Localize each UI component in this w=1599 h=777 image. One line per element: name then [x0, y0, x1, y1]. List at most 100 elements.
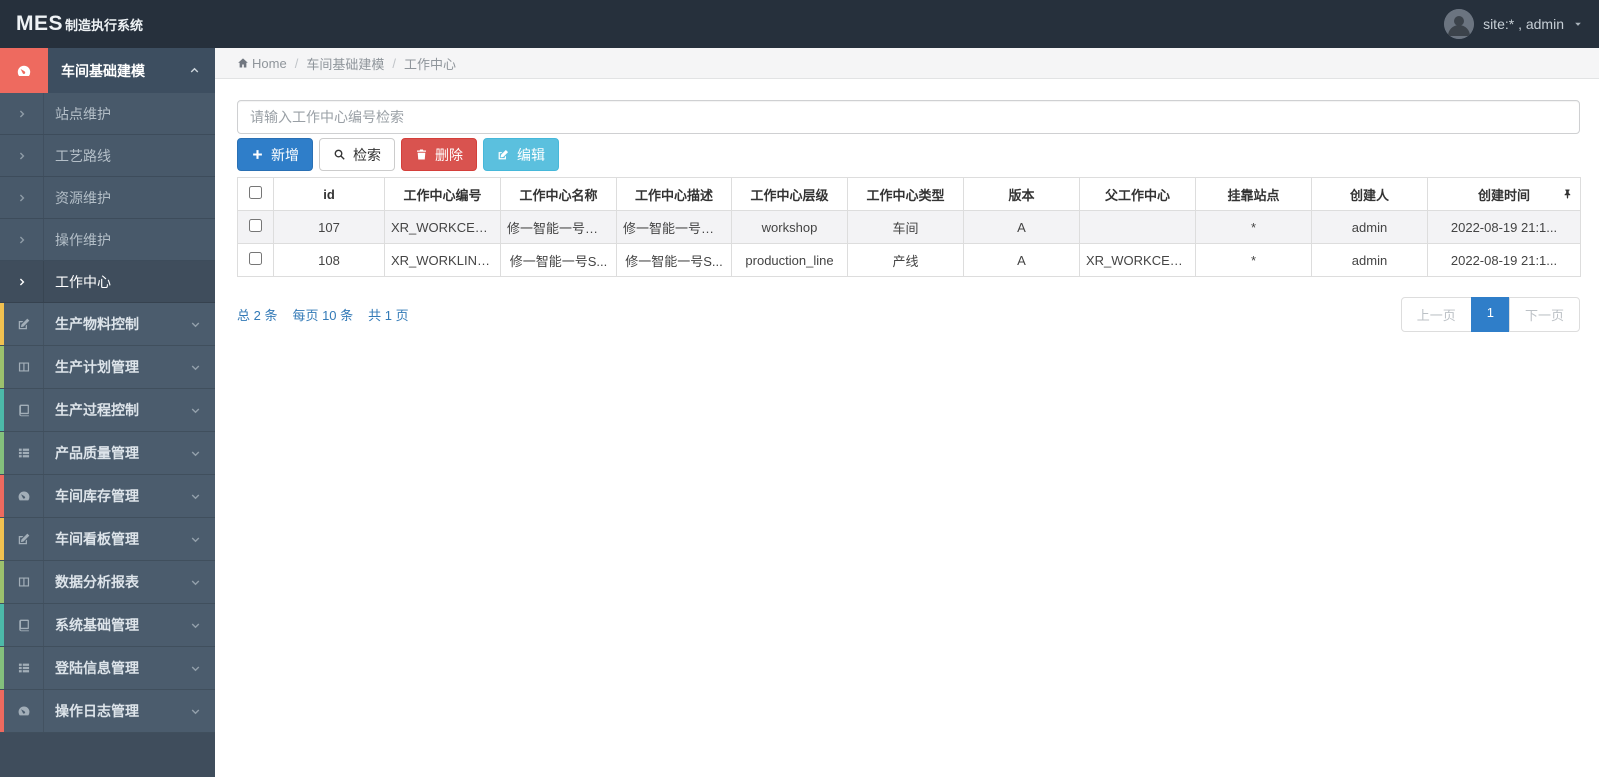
brand-mes: MES [16, 12, 64, 35]
user-menu[interactable]: site:* , admin [1444, 9, 1583, 39]
column-header-label: 创建人 [1349, 187, 1389, 203]
next-page-button[interactable]: 下一页 [1508, 297, 1580, 332]
add-button[interactable]: 新增 [237, 138, 313, 171]
sidebar-section[interactable]: 生产过程控制 [0, 389, 215, 432]
sidebar-subitem[interactable]: 工艺路线 [0, 135, 215, 177]
column-header[interactable]: 创建时间 [1427, 177, 1581, 211]
sidebar-section-label: 数据分析报表 [55, 574, 139, 590]
delete-button-label: 删除 [435, 146, 463, 163]
brand-subtitle: 制造执行系统 [65, 18, 144, 33]
search-button[interactable]: 检索 [319, 138, 395, 171]
column-header[interactable]: 工作中心编号 [384, 177, 501, 211]
delete-button[interactable]: 删除 [401, 138, 477, 171]
home-icon [237, 57, 249, 69]
chevron-down-icon [175, 346, 215, 388]
sidebar-subitem[interactable]: 操作维护 [0, 219, 215, 261]
table-cell: 108 [273, 243, 385, 277]
edit-button-label: 编辑 [517, 146, 545, 163]
column-header[interactable]: 挂靠站点 [1195, 177, 1312, 211]
chevron-down-icon [175, 303, 215, 345]
th-list-icon [4, 647, 44, 689]
column-header[interactable]: 创建人 [1311, 177, 1428, 211]
table-footer: 总 2 条 每页 10 条 共 1 页 上一页 1 下一页 [237, 297, 1580, 332]
sidebar-subitem[interactable]: 资源维护 [0, 177, 215, 219]
page-1-button[interactable]: 1 [1470, 297, 1510, 332]
breadcrumb-home-label: Home [252, 55, 287, 71]
column-header[interactable]: 工作中心名称 [500, 177, 617, 211]
sidebar-subitem-label: 工艺路线 [55, 147, 111, 164]
sidebar-section[interactable]: 数据分析报表 [0, 561, 215, 604]
chevron-down-icon [175, 604, 215, 646]
column-header[interactable]: 版本 [963, 177, 1080, 211]
pencil-square-icon [497, 148, 510, 161]
plus-icon [251, 148, 264, 161]
table-cell [1079, 210, 1196, 244]
row-checkbox[interactable] [249, 219, 262, 232]
table-cell: production_line [731, 243, 848, 277]
sidebar-submenu: 站点维护 工艺路线 资源维护 操作维护 工作中心 [0, 93, 215, 303]
sidebar-section[interactable]: 生产物料控制 [0, 303, 215, 346]
select-all-checkbox[interactable] [249, 186, 262, 199]
chevron-right-icon [0, 261, 44, 302]
table-cell: 车间 [847, 210, 964, 244]
table-cell: 2022-08-19 21:1... [1427, 243, 1581, 277]
column-header[interactable]: id [273, 177, 385, 211]
row-checkbox[interactable] [249, 252, 262, 265]
dashboard-icon [0, 48, 48, 93]
pin-icon[interactable] [1562, 189, 1573, 200]
breadcrumb-current: 工作中心 [403, 56, 456, 72]
sidebar-section-label: 车间基础建模 [61, 62, 145, 79]
sidebar-subitem[interactable]: 工作中心 [0, 261, 215, 303]
sidebar-section[interactable]: 生产计划管理 [0, 346, 215, 389]
table-cell: A [963, 210, 1080, 244]
search-button-label: 检索 [353, 146, 381, 163]
sidebar-section-label: 系统基础管理 [55, 617, 139, 633]
edit-icon [4, 518, 44, 560]
table-row[interactable]: 107 XR_WORKCEN... 修一智能一号车间 修一智能一号车间 workshop… [237, 210, 1581, 244]
dashboard-icon [4, 690, 44, 732]
column-header-label: 版本 [1008, 187, 1035, 203]
sidebar-section-expanded[interactable]: 车间基础建模 [0, 48, 215, 93]
sidebar-subitem-label: 资源维护 [55, 189, 111, 206]
chevron-right-icon [0, 177, 44, 218]
column-header[interactable]: 工作中心描述 [616, 177, 732, 211]
sidebar-section-label: 生产计划管理 [55, 359, 139, 375]
edit-icon [4, 303, 44, 345]
app-brand[interactable]: MES 制造执行系统 [16, 12, 143, 36]
sidebar-subitem-label: 站点维护 [55, 105, 111, 122]
edit-button[interactable]: 编辑 [483, 138, 559, 171]
sidebar-section[interactable]: 车间看板管理 [0, 518, 215, 561]
columns-icon [4, 346, 44, 388]
sidebar-section[interactable]: 车间库存管理 [0, 475, 215, 518]
search-input[interactable] [237, 100, 1580, 134]
breadcrumb-home[interactable]: Home [237, 56, 287, 71]
column-header[interactable]: 父工作中心 [1079, 177, 1196, 211]
breadcrumb-item-module[interactable]: 车间基础建模 [306, 54, 384, 73]
top-navbar: MES 制造执行系统 site:* , admin [0, 0, 1599, 48]
column-header[interactable]: 工作中心层级 [731, 177, 848, 211]
row-checkbox-cell [237, 243, 274, 277]
table-cell: XR_WORKCEN... [384, 210, 501, 244]
chevron-right-icon [0, 135, 44, 176]
prev-page-button[interactable]: 上一页 [1400, 297, 1472, 332]
table-cell: 修一智能一号S... [616, 243, 732, 277]
sidebar-section[interactable]: 产品质量管理 [0, 432, 215, 475]
sidebar: 车间基础建模 站点维护 工艺路线 资源维护 操作维护 工作中心 生产物料控制 生… [0, 48, 215, 777]
sidebar-section[interactable]: 系统基础管理 [0, 604, 215, 647]
column-header[interactable]: 工作中心类型 [847, 177, 964, 211]
sidebar-section[interactable]: 操作日志管理 [0, 690, 215, 733]
trash-icon [415, 148, 428, 161]
breadcrumb-separator: / [392, 55, 396, 71]
column-header-label: 工作中心编号 [403, 187, 482, 203]
chevron-down-icon [175, 690, 215, 732]
chevron-down-icon [175, 647, 215, 689]
table-row[interactable]: 108 XR_WORKLINE... 修一智能一号S... 修一智能一号S... pro… [237, 243, 1581, 277]
table-cell: * [1195, 210, 1312, 244]
sidebar-section[interactable]: 登陆信息管理 [0, 647, 215, 690]
chevron-down-icon [175, 518, 215, 560]
sidebar-section-label: 生产物料控制 [55, 316, 139, 332]
column-header-label: 挂靠站点 [1227, 187, 1280, 203]
sidebar-subitem[interactable]: 站点维护 [0, 93, 215, 135]
sidebar-section-label: 登陆信息管理 [55, 660, 139, 676]
user-label: site:* , admin [1483, 16, 1564, 32]
